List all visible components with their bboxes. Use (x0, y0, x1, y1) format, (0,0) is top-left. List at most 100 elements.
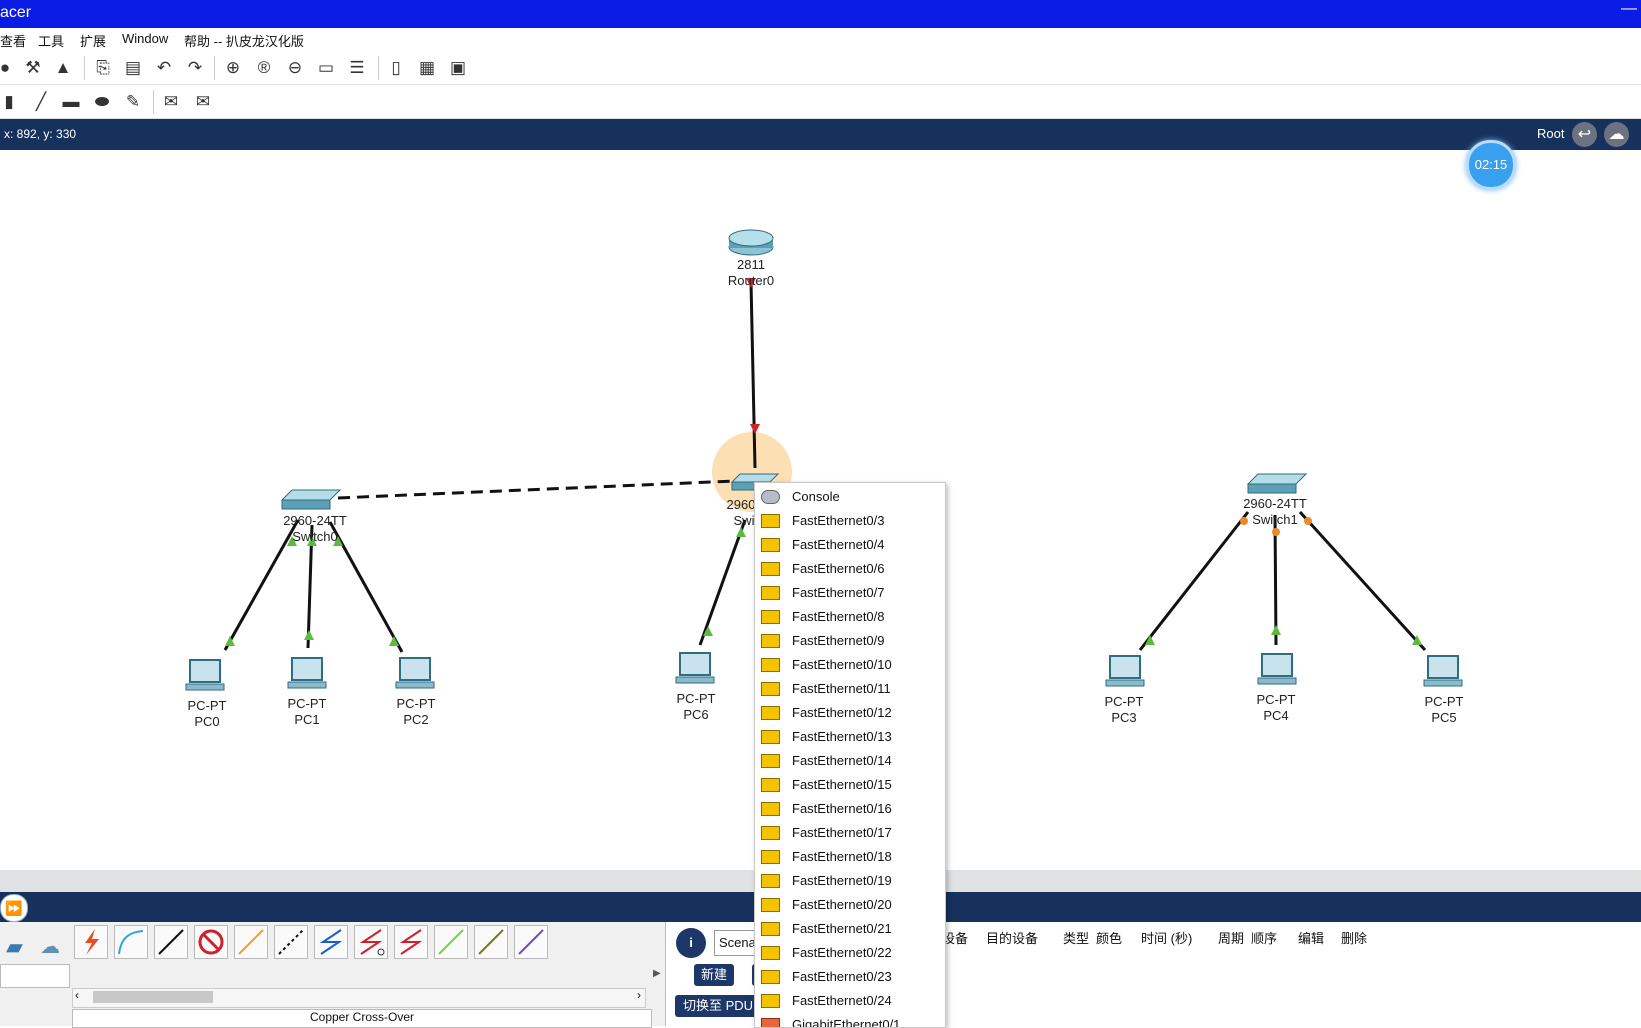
line-icon[interactable]: ╱ (30, 91, 52, 113)
port-menu-item[interactable]: FastEthernet0/3 (755, 509, 945, 533)
notes-icon[interactable]: ▯ (385, 57, 407, 79)
usb-cable-icon[interactable] (514, 925, 548, 959)
pdu-column-type: 类型 (1063, 931, 1090, 946)
port-menu-item[interactable]: FastEthernet0/8 (755, 605, 945, 629)
redo-icon[interactable]: ↷ (184, 57, 206, 79)
menu-window[interactable]: Window (122, 31, 168, 46)
port-menu-item[interactable]: FastEthernet0/13 (755, 725, 945, 749)
link-switch-pc6 (698, 519, 747, 646)
rectangle-icon[interactable]: ▬ (60, 91, 82, 113)
ethernet-port-icon (761, 538, 780, 552)
phone-cable-icon[interactable] (274, 925, 308, 959)
timer-badge[interactable]: 02:15 (1466, 140, 1516, 190)
port-menu-item[interactable]: FastEthernet0/20 (755, 893, 945, 917)
port-menu-item[interactable]: FastEthernet0/6 (755, 557, 945, 581)
menu-view[interactable]: 查看 (0, 31, 26, 50)
paste-icon[interactable]: ▤ (122, 57, 144, 79)
switch-icon (280, 489, 342, 510)
selected-cable-name: Copper Cross-Over (72, 1009, 652, 1028)
port-menu-item[interactable]: FastEthernet0/22 (755, 941, 945, 965)
menu-help[interactable]: 帮助 -- 扒皮龙汉化版 (184, 31, 304, 50)
port-menu-item[interactable]: FastEthernet0/19 (755, 869, 945, 893)
pc-icon (675, 652, 715, 684)
main-toolbar: ● ⚒ ▲ ⎘ ▤ ↶ ↷ ⊕ ® ⊖ ▭ ☰ ▯ ▦ ▣ (0, 52, 1641, 85)
zoom-out-icon[interactable]: ⊖ (284, 57, 306, 79)
new-scenario-button[interactable]: 新建 (694, 964, 734, 986)
port-menu-item[interactable]: FastEthernet0/10 (755, 653, 945, 677)
serial-dte-icon[interactable] (394, 925, 428, 959)
port-menu-item[interactable]: Console (755, 485, 945, 509)
ethernet-port-icon (761, 706, 780, 720)
ellipse-icon[interactable]: ⬬ (91, 91, 113, 113)
info-icon[interactable]: i (676, 928, 706, 958)
octal-cable-icon[interactable] (434, 925, 468, 959)
port-menu-item[interactable]: FastEthernet0/18 (755, 845, 945, 869)
link-up-marker (304, 630, 314, 640)
port-menu-item[interactable]: FastEthernet0/14 (755, 749, 945, 773)
complex-pdu-icon[interactable]: ✉ (192, 91, 214, 113)
port-menu-item[interactable]: FastEthernet0/11 (755, 677, 945, 701)
cable-list-scrollbar[interactable]: ‹ › (72, 988, 646, 1008)
port-menu-item[interactable]: FastEthernet0/4 (755, 533, 945, 557)
info-icon[interactable]: ● (0, 57, 16, 79)
console-cable-icon[interactable] (114, 925, 148, 959)
device-name-label: Switch0 (292, 529, 338, 544)
scroll-thumb[interactable] (93, 991, 213, 1003)
port-menu-item[interactable]: FastEthernet0/12 (755, 701, 945, 725)
ethernet-port-icon (761, 514, 780, 528)
port-menu-item[interactable]: FastEthernet0/21 (755, 917, 945, 941)
port-menu-item[interactable]: FastEthernet0/24 (755, 989, 945, 1013)
back-icon[interactable]: ↩ (1572, 122, 1597, 147)
no-cable-icon[interactable] (194, 925, 228, 959)
device-model-label: 2960 (727, 497, 756, 512)
undo-icon[interactable]: ↶ (153, 57, 175, 79)
pdu-column-delete: 删除 (1341, 931, 1368, 946)
scroll-left-icon[interactable]: ‹ (75, 988, 79, 1002)
note-icon[interactable]: ▮ (0, 91, 20, 113)
pdu-list-icon[interactable]: ▦ (416, 57, 438, 79)
device-search-input[interactable] (0, 964, 70, 988)
fiber-cable-icon[interactable] (234, 925, 268, 959)
cloud-device-icon[interactable]: ☁ (40, 934, 60, 959)
simple-pdu-icon[interactable]: ✉ (160, 91, 182, 113)
drawing-palette-icon[interactable]: ▭ (315, 57, 337, 79)
port-menu-item[interactable]: FastEthernet0/23 (755, 965, 945, 989)
port-menu-item[interactable]: FastEthernet0/15 (755, 773, 945, 797)
coaxial-cable-icon[interactable] (314, 925, 348, 959)
device-name-label: PC2 (403, 712, 428, 727)
menu-tools[interactable]: 工具 (38, 31, 64, 50)
device-name-label: Router0 (728, 273, 774, 288)
collapse-arrow-icon[interactable]: ▶ (653, 968, 661, 979)
ethernet-port-icon (761, 730, 780, 744)
port-menu-item[interactable]: FastEthernet0/7 (755, 581, 945, 605)
link-blocking-marker (1304, 517, 1312, 525)
network-info-icon[interactable]: ▲ (52, 57, 74, 79)
image-icon[interactable]: ▣ (447, 57, 469, 79)
zoom-in-icon[interactable]: ⊕ (222, 57, 244, 79)
menu-extensions[interactable]: 扩展 (80, 31, 106, 50)
menu-bar: 查看 工具 扩展 Window 帮助 -- 扒皮龙汉化版 (0, 28, 1641, 53)
pc-icon (185, 659, 225, 691)
serial-dce-icon[interactable] (354, 925, 388, 959)
auto-connection-icon[interactable] (74, 925, 108, 959)
zoom-reset-icon[interactable]: ® (253, 57, 275, 79)
folder-icon[interactable]: ▰ (6, 934, 23, 960)
port-menu-item[interactable]: FastEthernet0/16 (755, 797, 945, 821)
device-name-label: PC1 (294, 712, 319, 727)
cloud-icon[interactable]: ☁ (1604, 122, 1629, 147)
port-selection-menu: Console FastEthernet0/3 FastEthernet0/4 … (754, 482, 946, 1028)
pdu-column-destination: 目的设备 (986, 931, 1039, 946)
activity-wizard-icon[interactable]: ⚒ (22, 57, 44, 79)
copper-straight-icon[interactable] (154, 925, 188, 959)
iot-cable-icon[interactable] (474, 925, 508, 959)
link-switch0-pc2 (328, 521, 404, 653)
copy-icon[interactable]: ⎘ (92, 57, 114, 79)
switch-pdu-list-button[interactable]: 切换至 PDU (675, 995, 761, 1017)
custom-device-icon[interactable]: ☰ (346, 57, 368, 79)
freeform-icon[interactable]: ✎ (122, 91, 144, 113)
fast-forward-icon[interactable]: ⏩ (0, 894, 28, 922)
port-menu-item[interactable]: FastEthernet0/17 (755, 821, 945, 845)
port-menu-item[interactable]: FastEthernet0/9 (755, 629, 945, 653)
scroll-right-icon[interactable]: › (637, 988, 641, 1002)
minimize-button[interactable]: — (1621, 0, 1637, 18)
